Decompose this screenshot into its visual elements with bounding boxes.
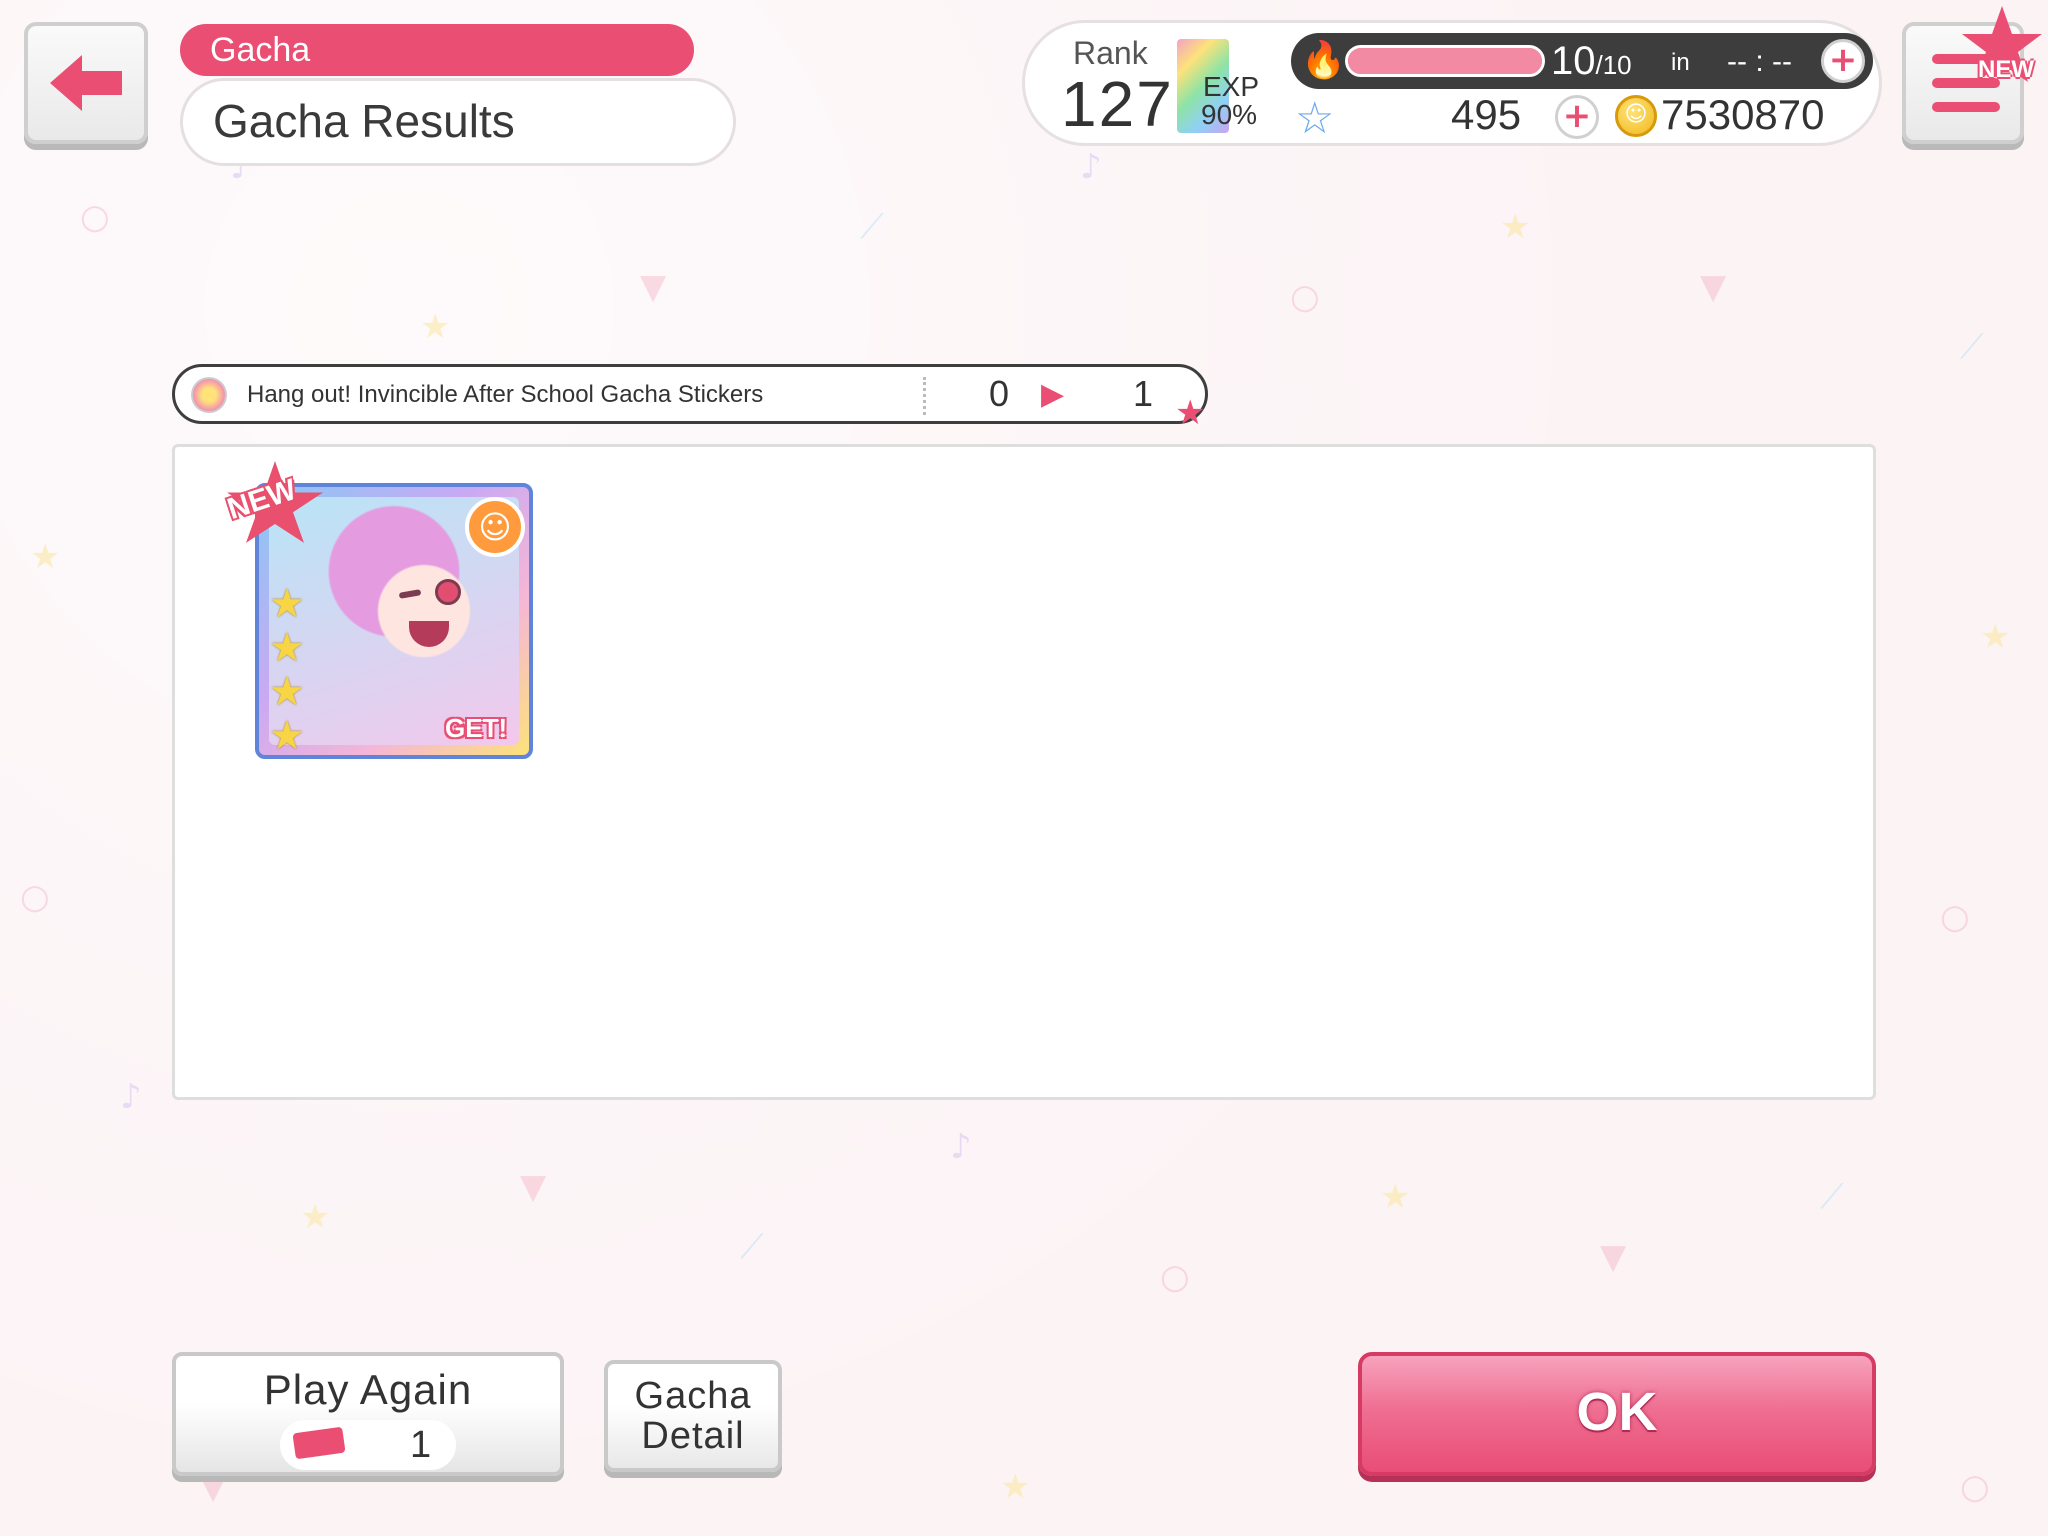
ok-button[interactable]: OK xyxy=(1358,1352,1876,1476)
sticker-icon xyxy=(191,377,227,413)
stamina-count: 10/10 xyxy=(1551,39,1632,84)
get-label: GET! xyxy=(445,713,508,743)
player-status-panel: Rank 127 EXP 90% 🔥 10/10 in -- : -- + ☆ … xyxy=(1022,20,1882,146)
stamina-strip: 🔥 10/10 in -- : -- + xyxy=(1291,33,1873,89)
plus-icon: + xyxy=(1828,40,1858,80)
sticker-progress-strip: Hang out! Invincible After School Gacha … xyxy=(172,364,1208,433)
results-panel: ★ ★ ★ ★ ☺ GET! NEW xyxy=(172,444,1876,1100)
stamina-in-label: in xyxy=(1671,49,1690,76)
menu-icon-bar xyxy=(1932,102,2000,112)
title-plate: Gacha Results Gacha xyxy=(180,24,736,166)
rarity-stars: ★ ★ ★ ★ xyxy=(269,581,305,759)
menu-new-label: NEW xyxy=(1978,56,2034,83)
stamina-current: 10 xyxy=(1551,39,1596,83)
back-button[interactable] xyxy=(24,22,148,144)
page-title: Gacha Results xyxy=(180,78,736,166)
add-stamina-button[interactable]: + xyxy=(1821,39,1865,83)
star-gem-icon: ☆ xyxy=(1295,93,1335,144)
play-again-cost: 1 xyxy=(280,1420,456,1470)
back-arrow-icon xyxy=(50,55,122,111)
sticker-count-after: 1 xyxy=(1133,373,1154,414)
rank-value: 127 xyxy=(1061,68,1174,140)
stamina-bar xyxy=(1345,45,1545,77)
coin-count: 7530870 xyxy=(1661,91,1825,138)
rarity-star-icon: ★ xyxy=(269,625,305,671)
play-again-cost-count: 1 xyxy=(410,1424,432,1466)
coin-icon: ☺ xyxy=(1615,95,1657,137)
rarity-star-icon: ★ xyxy=(269,581,305,627)
flame-icon: 🔥 xyxy=(1301,40,1346,81)
gem-count: 495 xyxy=(1451,91,1522,138)
play-again-button[interactable]: Play Again 1 xyxy=(172,1352,564,1476)
stamina-timer: -- : -- xyxy=(1727,45,1792,78)
rarity-star-icon: ★ xyxy=(269,713,305,759)
exp-value: 90% xyxy=(1201,99,1258,130)
play-again-label: Play Again xyxy=(263,1366,473,1413)
menu-new-badge: NEW xyxy=(1956,4,2048,94)
gacha-detail-button[interactable]: Gacha Detail xyxy=(604,1360,782,1472)
card-art-detail xyxy=(435,579,461,605)
gacha-detail-label-line2: Detail xyxy=(641,1415,745,1457)
star-icon: ★ xyxy=(1175,393,1206,433)
plus-icon: + xyxy=(1562,96,1592,136)
stamina-fill xyxy=(1348,48,1542,74)
add-gems-button[interactable]: + xyxy=(1555,95,1599,139)
gacha-detail-label-line1: Gacha xyxy=(634,1375,752,1417)
sticker-count-before: 0 xyxy=(989,373,1010,414)
arrow-right-icon: ▶ xyxy=(1041,377,1065,412)
happy-attribute-icon: ☺ xyxy=(465,497,525,557)
rarity-star-icon: ★ xyxy=(269,669,305,715)
sticker-name: Hang out! Invincible After School Gacha … xyxy=(247,381,764,408)
stamina-max: /10 xyxy=(1595,50,1632,80)
breadcrumb: Gacha xyxy=(180,24,694,76)
ticket-icon xyxy=(292,1426,346,1460)
divider xyxy=(923,377,926,415)
